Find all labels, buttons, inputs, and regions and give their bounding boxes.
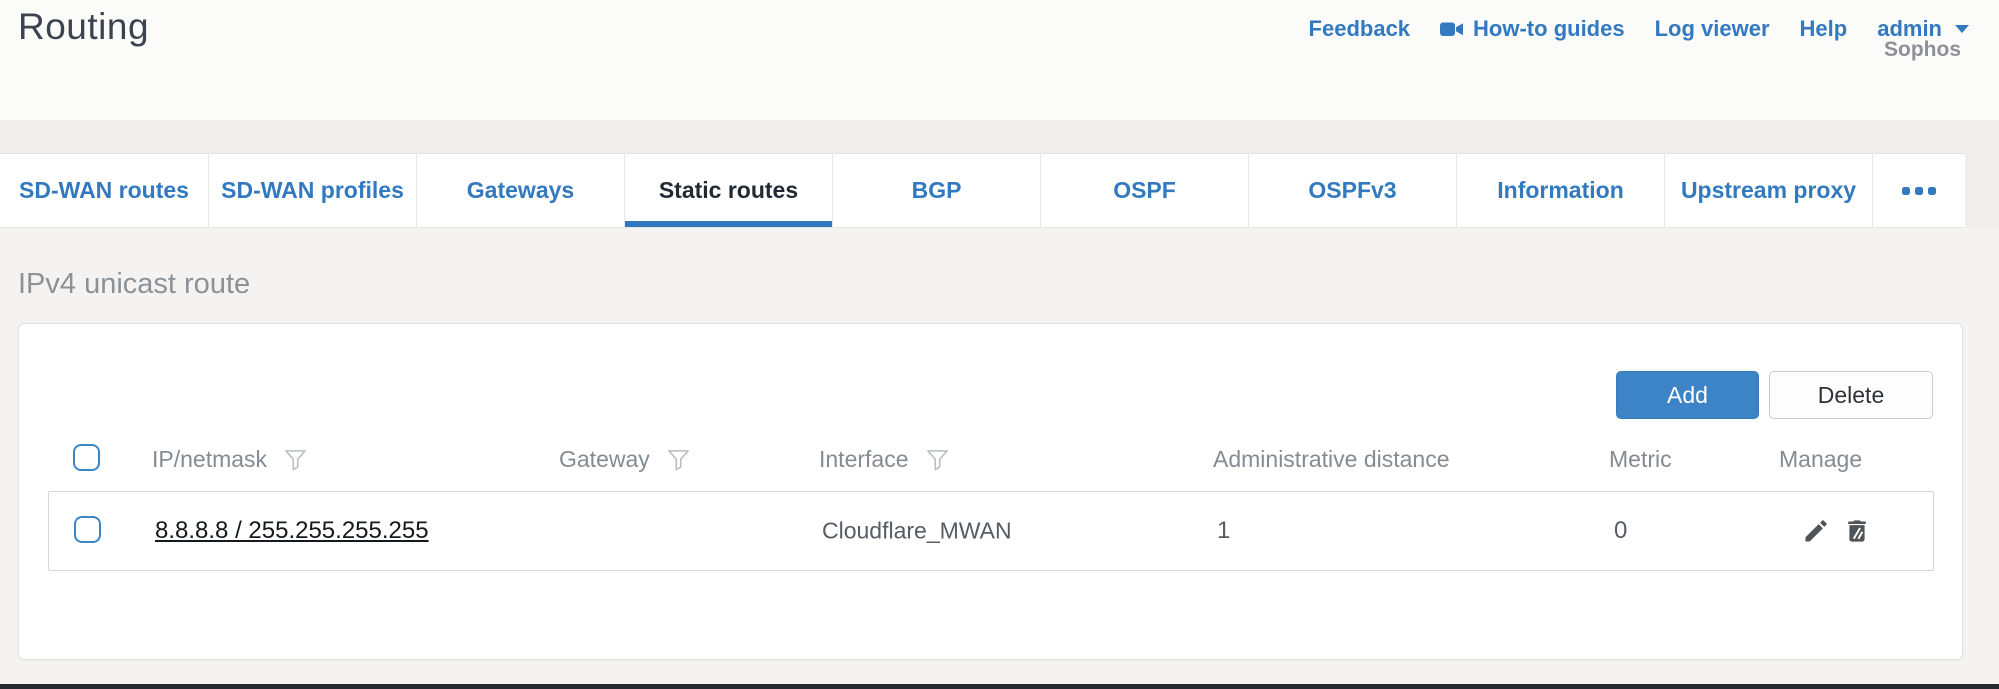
feedback-link[interactable]: Feedback (1309, 16, 1411, 42)
log-viewer-link[interactable]: Log viewer (1655, 16, 1770, 42)
tab-static-routes[interactable]: Static routes (624, 154, 832, 227)
video-camera-icon (1440, 21, 1464, 38)
column-header-manage: Manage (1779, 444, 1862, 474)
tab-upstream-proxy[interactable]: Upstream proxy (1664, 154, 1872, 227)
chevron-down-icon (1955, 25, 1969, 33)
delete-trash-icon[interactable] (1843, 517, 1871, 545)
table-row: 8.8.8.8 / 255.255.255.255 Cloudflare_MWA… (48, 491, 1934, 571)
column-header-gateway: Gateway (559, 444, 691, 474)
more-tabs-button[interactable] (1872, 154, 1964, 227)
row-manage-actions (1802, 517, 1871, 545)
tab-gateways[interactable]: Gateways (416, 154, 624, 227)
page-title: Routing (18, 6, 149, 48)
filter-icon[interactable] (925, 447, 950, 472)
edit-pencil-icon[interactable] (1802, 517, 1830, 545)
route-metric-value: 0 (1614, 517, 1627, 545)
column-header-ip-netmask: IP/netmask (152, 444, 308, 474)
filter-icon[interactable] (283, 447, 308, 472)
tab-bgp[interactable]: BGP (832, 154, 1040, 227)
routing-page: Routing Feedback How-to guides Log viewe… (0, 0, 1999, 689)
help-link[interactable]: Help (1800, 16, 1848, 42)
route-admin-distance-value: 1 (1217, 517, 1230, 545)
howto-guides-link[interactable]: How-to guides (1440, 16, 1625, 42)
section-heading: IPv4 unicast route (18, 268, 250, 301)
select-all-checkbox[interactable] (73, 444, 100, 471)
route-ip-netmask-link[interactable]: 8.8.8.8 / 255.255.255.255 (155, 517, 429, 545)
column-header-interface: Interface (819, 444, 950, 474)
delete-button[interactable]: Delete (1769, 371, 1933, 419)
ellipsis-icon (1902, 187, 1910, 195)
routing-tabbar: SD-WAN routes SD-WAN profiles Gateways S… (0, 153, 1965, 228)
tab-sdwan-routes[interactable]: SD-WAN routes (0, 154, 208, 227)
brand-label: Sophos (1884, 38, 1961, 62)
column-header-admin-distance: Administrative distance (1213, 444, 1450, 474)
tab-sdwan-profiles[interactable]: SD-WAN profiles (208, 154, 416, 227)
tab-information[interactable]: Information (1456, 154, 1664, 227)
row-checkbox[interactable] (74, 516, 101, 543)
column-header-metric: Metric (1609, 444, 1672, 474)
top-navigation: Feedback How-to guides Log viewer Help a… (1309, 16, 1969, 42)
route-interface-value: Cloudflare_MWAN (822, 518, 1012, 545)
add-button[interactable]: Add (1616, 371, 1759, 419)
filter-icon[interactable] (666, 447, 691, 472)
tab-ospf[interactable]: OSPF (1040, 154, 1248, 227)
static-routes-card: Add Delete IP/netmask Gateway Interface … (18, 323, 1963, 660)
tab-ospfv3[interactable]: OSPFv3 (1248, 154, 1456, 227)
bottom-edge (0, 684, 1999, 689)
